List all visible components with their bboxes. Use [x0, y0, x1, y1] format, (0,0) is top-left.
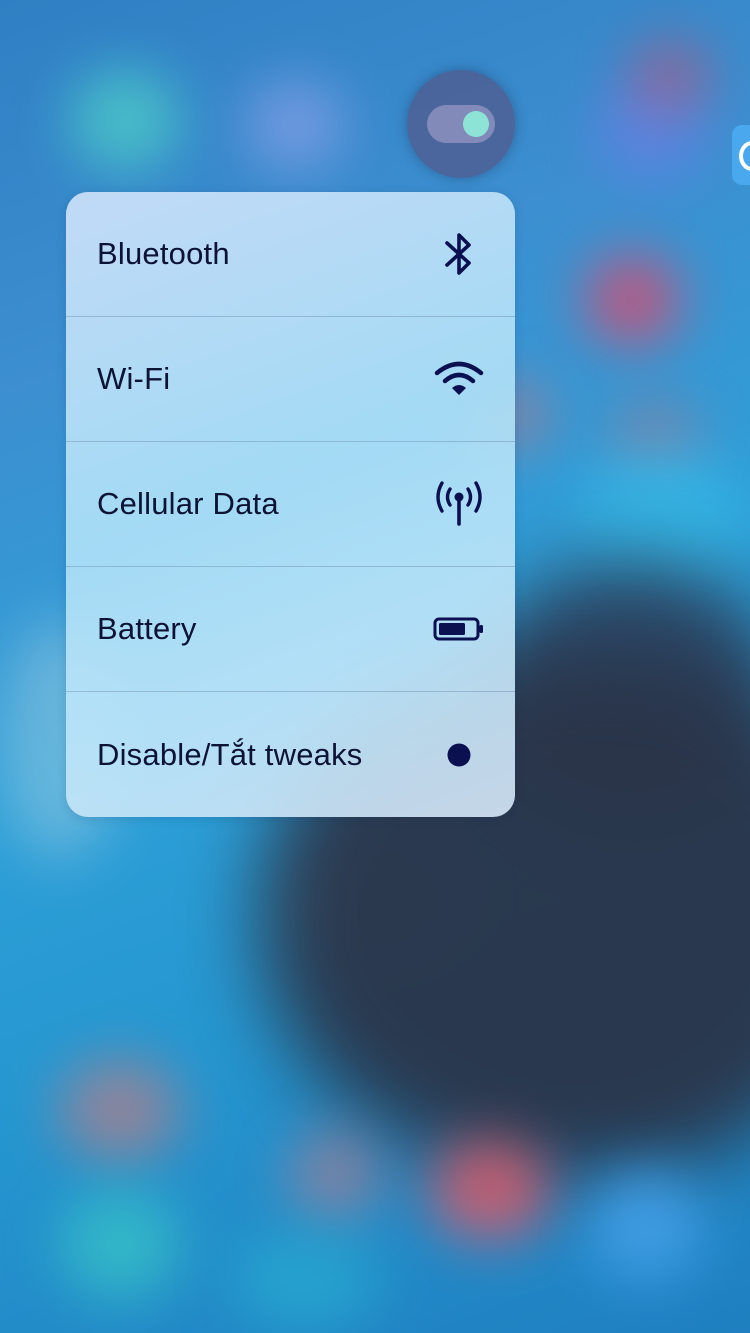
partial-app-icon[interactable]: [732, 125, 750, 185]
menu-item-label: Wi-Fi: [97, 361, 171, 396]
menu-item-cellular-data[interactable]: Cellular Data: [66, 442, 515, 567]
menu-item-disable-tweaks[interactable]: Disable/Tắt tweaks: [66, 692, 515, 817]
cellular-antenna-icon: [433, 478, 485, 530]
menu-item-bluetooth[interactable]: Bluetooth: [66, 192, 515, 317]
menu-item-label: Disable/Tắt tweaks: [97, 736, 363, 772]
menu-item-label: Cellular Data: [97, 486, 279, 521]
bluetooth-icon: [433, 228, 485, 280]
battery-icon: [433, 603, 485, 655]
wifi-icon: [433, 353, 485, 405]
menu-item-battery[interactable]: Battery: [66, 567, 515, 692]
dot-icon: [433, 729, 485, 781]
quick-actions-menu: Bluetooth Wi-Fi Cellular Data Battery Di…: [66, 192, 515, 817]
toggle-app-icon[interactable]: [407, 70, 515, 178]
toggle-icon: [427, 105, 495, 143]
menu-item-wifi[interactable]: Wi-Fi: [66, 317, 515, 442]
menu-item-label: Bluetooth: [97, 236, 230, 271]
menu-item-label: Battery: [97, 611, 197, 646]
